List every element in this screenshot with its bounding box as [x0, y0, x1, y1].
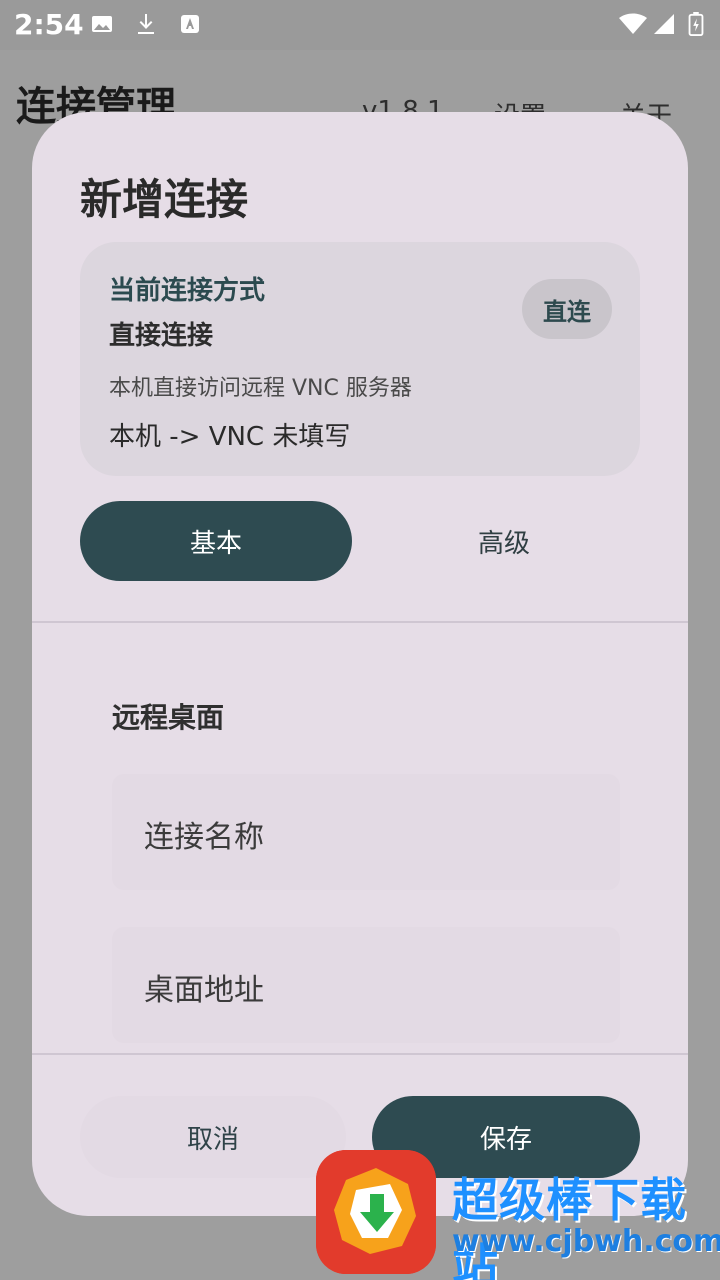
watermark-title: 超级棒下载站 [452, 1173, 687, 1280]
connection-name-label: 连接名称 [144, 820, 264, 855]
desktop-address-field[interactable]: 桌面地址 [112, 927, 620, 1043]
status-time: 2:54 [14, 8, 84, 41]
status-bar: 2:54 [0, 0, 720, 50]
connection-mode-card: 当前连接方式 直接连接 本机直接访问远程 VNC 服务器 本机 -> VNC 未… [80, 242, 640, 476]
new-connection-dialog: 新增连接 当前连接方式 直接连接 本机直接访问远程 VNC 服务器 本机 -> … [32, 112, 688, 1216]
signal-icon [654, 14, 674, 34]
connection-description: 本机直接访问远程 VNC 服务器 [109, 376, 412, 401]
battery-icon [688, 12, 704, 36]
connection-heading: 当前连接方式 [109, 276, 266, 306]
download-icon [138, 14, 154, 34]
tab-advanced[interactable]: 高级 [366, 501, 642, 581]
divider [32, 1053, 688, 1055]
watermark-url: www.cjbwh.com [452, 1224, 720, 1259]
dialog-title: 新增连接 [80, 175, 249, 224]
desktop-address-label: 桌面地址 [144, 973, 264, 1008]
wifi-icon [619, 13, 647, 34]
connection-mode-button[interactable]: 直连 [522, 279, 612, 339]
connection-name-field[interactable]: 连接名称 [112, 774, 620, 890]
connection-route: 本机 -> VNC 未填写 [109, 422, 351, 452]
tab-basic[interactable]: 基本 [80, 501, 352, 581]
image-icon [92, 16, 112, 32]
connection-mode: 直接连接 [109, 321, 214, 351]
font-icon [181, 15, 199, 33]
watermark-logo [316, 1150, 436, 1274]
divider [32, 621, 688, 623]
cancel-button[interactable]: 取消 [80, 1096, 346, 1178]
section-title: 远程桌面 [112, 701, 225, 734]
